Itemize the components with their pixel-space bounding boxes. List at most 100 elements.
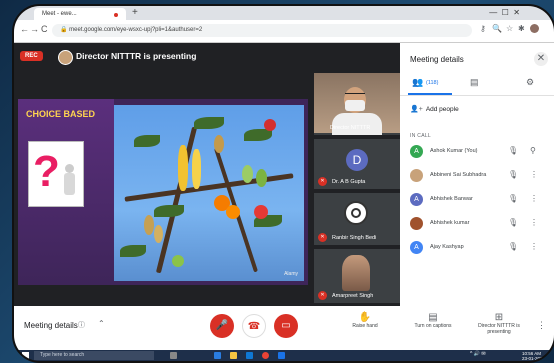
participant-name: Abbineni Sai Subhadra [430,172,487,178]
presenting-label: Director NITTTR is presenting [478,323,520,335]
captions-icon: ▤ [428,312,438,323]
pear [242,165,253,183]
question-illustration: ? [28,141,84,207]
windows-taskbar: Type here to search ^ 🔊 ✉ 10:56 AM 23-01-… [14,350,554,361]
taskbar-search[interactable]: Type here to search [34,351,154,360]
extensions-icon[interactable]: ✱ [518,24,525,33]
meeting-details-button[interactable]: Meeting details [24,321,78,330]
meeting-details-panel: Meeting details ✕ 👥 (118) ▤ ⚙ 👤+ Add peop… [400,43,554,306]
pear [144,215,154,235]
presenting-text: Director NITTTR is presenting [76,51,197,61]
participant-avatar: A [410,145,423,158]
browser-tab[interactable]: Meet - ewe... × [34,8,126,20]
participant-row[interactable]: A Abhishek Banwar 🎙 ⋮ [400,191,554,211]
fruit [172,255,184,267]
chrome-icon[interactable] [262,352,269,359]
leaf [134,135,160,147]
close-icon[interactable]: ✕ [534,52,548,66]
lock-icon: 🔒 [60,27,70,33]
meet-stage: REC Director NITTTR is presenting CHOICE… [14,43,400,306]
browser-tabbar: Meet - ewe... × + — ☐ ✕ [14,6,554,20]
figure-body [64,173,75,195]
presenting-button[interactable]: ⊞ Director NITTTR is presenting [476,312,522,335]
windows-start-icon[interactable] [22,352,29,359]
system-tray[interactable]: ^ 🔊 ✉ [470,351,486,357]
hang-up-button[interactable]: ☎ [242,314,266,338]
banana [192,149,201,189]
participant-row[interactable]: Abhishek kumar 🎙 ⋮ [400,215,554,235]
camera-off-button[interactable]: ▭ [274,314,298,338]
participant-row[interactable]: Abbineni Sai Subhadra 🎙 ⋮ [400,167,554,187]
zoom-icon[interactable]: 🔍 [492,24,502,33]
participant-name: Ashok Kumar (You) [430,148,478,154]
muted-mic-icon[interactable]: 🎙 [508,146,518,155]
branch [124,173,294,202]
task-view-icon[interactable] [170,352,177,359]
more-options-icon[interactable]: ⋮ [530,242,538,251]
participant-tile[interactable]: D ✕ Dr. A B Gupta [314,139,400,189]
forward-icon[interactable]: → [30,24,39,34]
presenter-avatar [58,50,73,65]
clock[interactable]: 10:56 AM 23-01-2021 [522,351,545,361]
back-icon[interactable]: ← [20,24,29,34]
person-mask [345,100,365,111]
star-icon[interactable]: ☆ [506,24,513,33]
reload-icon[interactable]: C [41,24,48,34]
activities-tab-icon[interactable]: ⚙ [526,77,534,88]
more-options-icon[interactable]: ⋮ [530,218,538,227]
file-explorer-icon[interactable] [230,352,237,359]
chat-tab-icon[interactable]: ▤ [470,77,479,88]
muted-mic-icon[interactable]: 🎙 [508,218,518,227]
slide-title: CHOICE BASED [26,109,96,119]
muted-mic-icon[interactable]: 🎙 [508,194,518,203]
pin-icon[interactable]: ⚲ [530,146,536,155]
app-icon[interactable] [278,352,285,359]
window-controls[interactable]: — ☐ ✕ [489,6,520,20]
participant-name: Abhishek kumar [430,220,470,226]
captions-button[interactable]: ▤ Turn on captions [406,312,460,329]
add-people-label: Add people [425,106,459,113]
muted-mic-icon[interactable]: 🎙 [508,170,518,179]
profile-avatar[interactable] [530,24,539,33]
captions-label: Turn on captions [414,323,452,329]
people-tab-icon[interactable]: 👥 [412,77,423,88]
add-people-button[interactable]: 👤+ Add people [410,105,459,113]
participant-row[interactable]: A Ashok Kumar (You) 🎙 ⚲ [400,143,554,163]
muted-mic-icon[interactable]: 🎙 [508,242,518,251]
participant-name: Abhishek Banwar [430,196,473,202]
muted-mic-icon: ✕ [318,291,327,300]
meet-controls-bar: Meeting details ⓘ ⌃ 🎤 ☎ ▭ ✋ Raise hand ▤… [14,306,554,350]
more-options-icon[interactable]: ⋮ [530,194,538,203]
participant-avatar [344,201,368,225]
muted-mic-icon: ✕ [318,177,327,186]
edge-icon[interactable] [214,352,221,359]
pear [154,225,163,243]
person-shirt [332,113,382,135]
store-icon[interactable] [246,352,253,359]
chevron-up-icon[interactable]: ⌃ [98,319,105,328]
more-options-icon[interactable]: ⋮ [530,170,538,179]
participant-avatar: D [346,149,368,171]
participant-tile[interactable]: ✕ Ranbir Singh Bedi [314,193,400,245]
new-tab-button[interactable]: + [132,6,138,20]
participant-row[interactable]: A Ajay Kashyap 🎙 ⋮ [400,239,554,259]
url-field[interactable]: 🔒 meet.google.com/eye-wsxc-upj?pli=1&aut… [52,24,472,37]
apple [254,205,268,219]
raise-hand-button[interactable]: ✋ Raise hand [344,312,386,329]
laptop-screen: Meet - ewe... × + — ☐ ✕ ← → C 🔒 meet.goo… [12,4,554,363]
apple [264,119,276,131]
participant-tile[interactable]: ✕ Amarpreet Singh [314,249,400,303]
participant-tile[interactable]: Director NITTTR [314,73,400,135]
info-icon[interactable]: ⓘ [78,320,85,330]
hand-icon: ✋ [358,312,372,323]
leaf [120,245,146,257]
branch [155,126,198,274]
key-icon[interactable]: ⚷ [480,24,486,33]
fruit-tree-photo: Alamy [114,105,304,281]
mic-off-button[interactable]: 🎤 [210,314,234,338]
presentation-slide: CHOICE BASED ? Alamy [18,99,308,285]
participant-avatar [410,217,423,230]
more-options-icon[interactable]: ⋮ [537,320,546,331]
recording-dot-icon [114,13,118,17]
panel-title: Meeting details [410,55,464,64]
